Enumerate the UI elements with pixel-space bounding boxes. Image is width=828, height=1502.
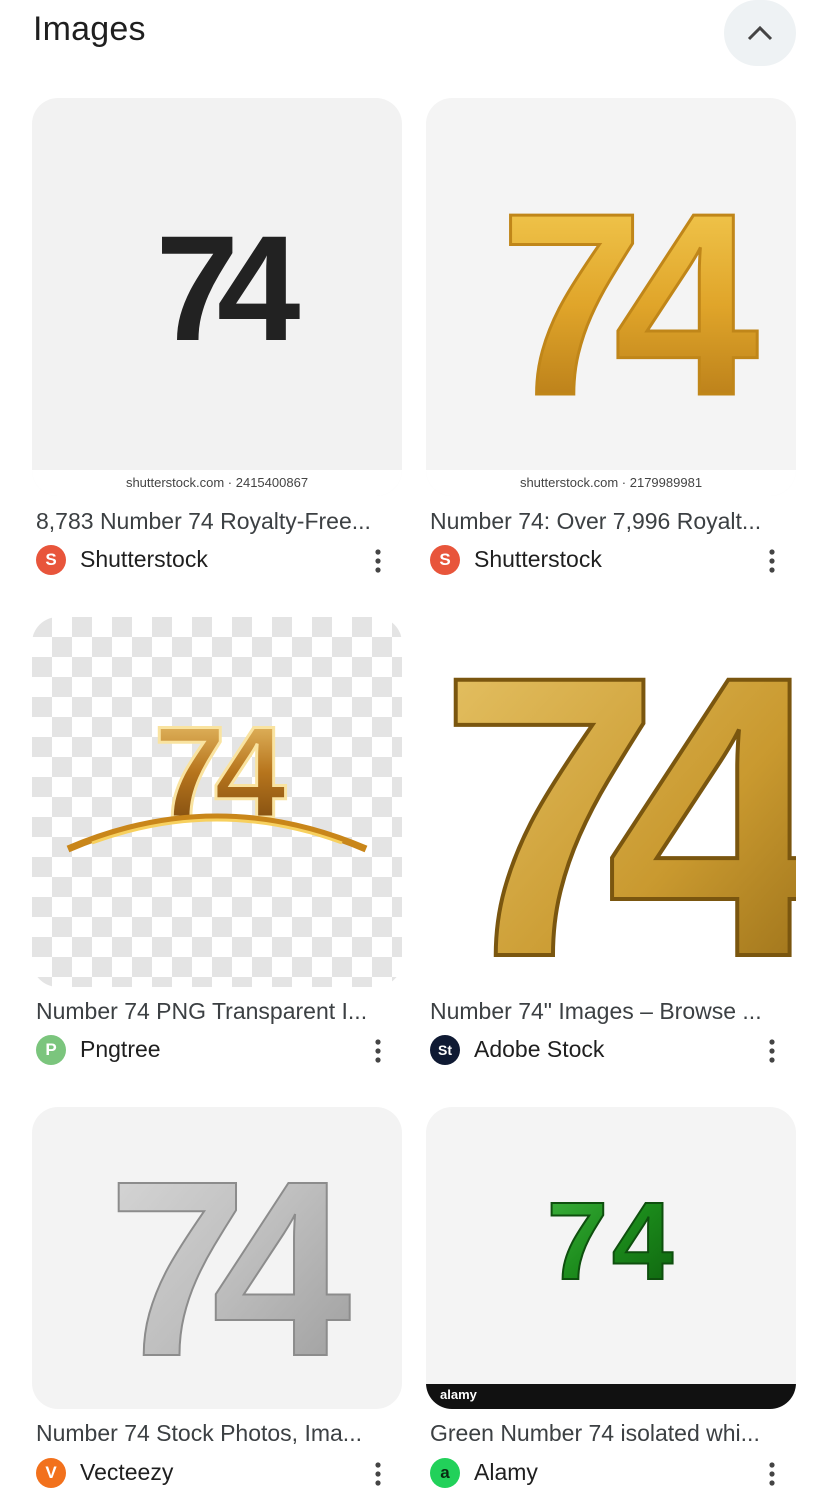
more-vert-icon bbox=[769, 1039, 775, 1063]
result-source[interactable]: P Pngtree bbox=[36, 1034, 398, 1068]
image-thumbnail[interactable]: 74 bbox=[426, 617, 796, 987]
source-name: Pngtree bbox=[80, 1036, 161, 1062]
source-name: Adobe Stock bbox=[474, 1036, 605, 1062]
vecteezy-favicon-icon: V bbox=[36, 1458, 66, 1488]
chevron-up-icon bbox=[747, 25, 773, 41]
thumbnail-number: 74 bbox=[499, 160, 760, 450]
result-title[interactable]: Green Number 74 isolated whi... bbox=[430, 1420, 792, 1447]
more-vert-icon bbox=[769, 549, 775, 573]
shutterstock-favicon-icon: S bbox=[36, 545, 66, 575]
alamy-favicon-icon: a bbox=[430, 1458, 460, 1488]
more-options-button[interactable] bbox=[366, 1457, 390, 1491]
images-section-header: Images bbox=[0, 0, 828, 70]
more-options-button[interactable] bbox=[760, 1457, 784, 1491]
more-options-button[interactable] bbox=[366, 1034, 390, 1068]
source-name: Vecteezy bbox=[80, 1459, 174, 1485]
result-title[interactable]: Number 74: Over 7,996 Royalt... bbox=[430, 508, 792, 535]
adobe-stock-favicon-icon: St bbox=[430, 1035, 460, 1065]
result-source[interactable]: a Alamy bbox=[430, 1457, 792, 1491]
more-vert-icon bbox=[375, 1462, 381, 1486]
image-thumbnail[interactable]: 74 bbox=[32, 617, 402, 987]
result-source[interactable]: S Shutterstock bbox=[430, 544, 792, 578]
image-thumbnail[interactable]: 74 alamy bbox=[426, 1107, 796, 1409]
result-source[interactable]: S Shutterstock bbox=[36, 544, 398, 578]
more-options-button[interactable] bbox=[760, 1034, 784, 1068]
pngtree-favicon-icon: P bbox=[36, 1035, 66, 1065]
watermark: alamy bbox=[440, 1387, 477, 1402]
thumbnail-number: 74 bbox=[156, 204, 300, 372]
section-title: Images bbox=[33, 10, 146, 48]
collapse-button[interactable] bbox=[724, 0, 796, 66]
thumbnail-number: 74 bbox=[547, 1180, 677, 1303]
more-options-button[interactable] bbox=[366, 544, 390, 578]
image-thumbnail[interactable]: 74 shutterstock.com · 2179989981 bbox=[426, 98, 796, 496]
shutterstock-favicon-icon: S bbox=[430, 545, 460, 575]
more-vert-icon bbox=[769, 1462, 775, 1486]
watermark: shutterstock.com · 2415400867 bbox=[125, 475, 309, 490]
source-name: Alamy bbox=[474, 1459, 538, 1485]
result-source[interactable]: V Vecteezy bbox=[36, 1457, 398, 1491]
image-thumbnail[interactable]: 74 bbox=[32, 1107, 402, 1409]
source-name: Shutterstock bbox=[80, 546, 208, 572]
result-title[interactable]: Number 74 PNG Transparent I... bbox=[36, 998, 398, 1025]
result-source[interactable]: St Adobe Stock bbox=[430, 1034, 792, 1068]
more-vert-icon bbox=[375, 549, 381, 573]
thumbnail-number: 74 bbox=[439, 617, 796, 987]
result-title[interactable]: Number 74" Images – Browse ... bbox=[430, 998, 792, 1025]
result-title[interactable]: Number 74 Stock Photos, Ima... bbox=[36, 1420, 398, 1447]
image-thumbnail[interactable]: 74 shutterstock.com · 2415400867 bbox=[32, 98, 402, 496]
watermark: shutterstock.com · 2179989981 bbox=[519, 475, 703, 490]
source-name: Shutterstock bbox=[474, 546, 602, 572]
more-options-button[interactable] bbox=[760, 544, 784, 578]
thumbnail-number: 74 bbox=[108, 1129, 350, 1408]
more-vert-icon bbox=[375, 1039, 381, 1063]
result-title[interactable]: 8,783 Number 74 Royalty-Free... bbox=[36, 508, 398, 535]
